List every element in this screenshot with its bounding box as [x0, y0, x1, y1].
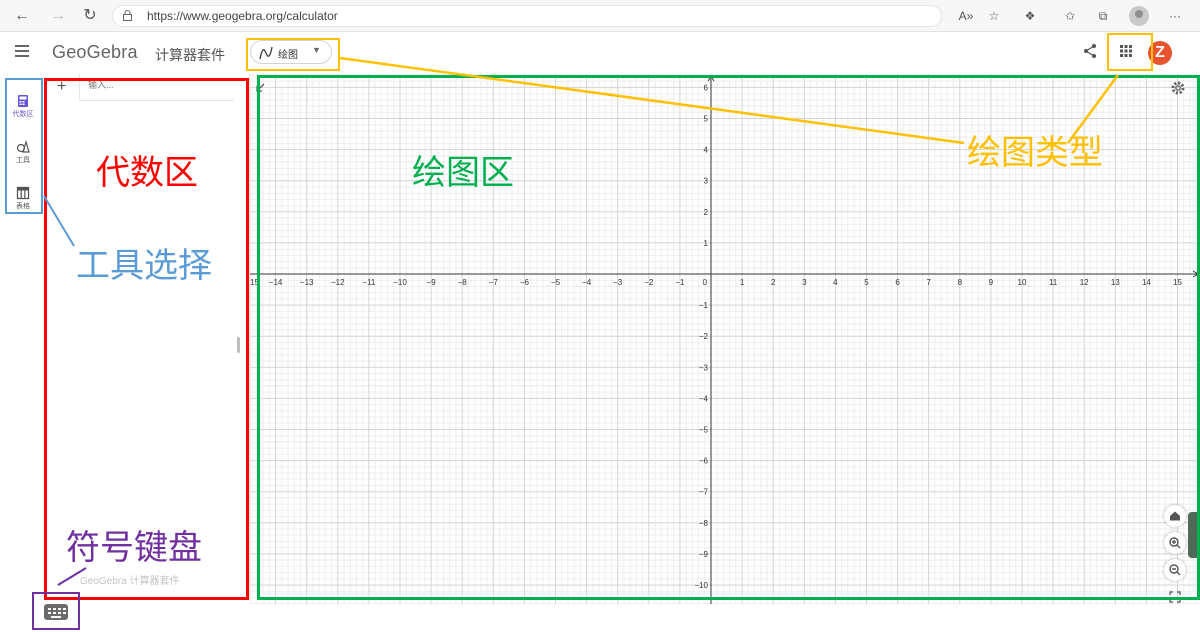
algebra-area-annotation: 代数区 — [96, 153, 198, 193]
graph-type-annotation: 绘图类型 — [967, 133, 1103, 173]
graphics-area-annotation: 绘图区 — [412, 153, 514, 193]
tool-select-annotation: 工具选择 — [76, 246, 212, 286]
keyboard-annotation: 符号键盘 — [66, 528, 202, 568]
screen: ← → ↻ https://www.geogebra.org/calculato… — [0, 0, 1200, 632]
